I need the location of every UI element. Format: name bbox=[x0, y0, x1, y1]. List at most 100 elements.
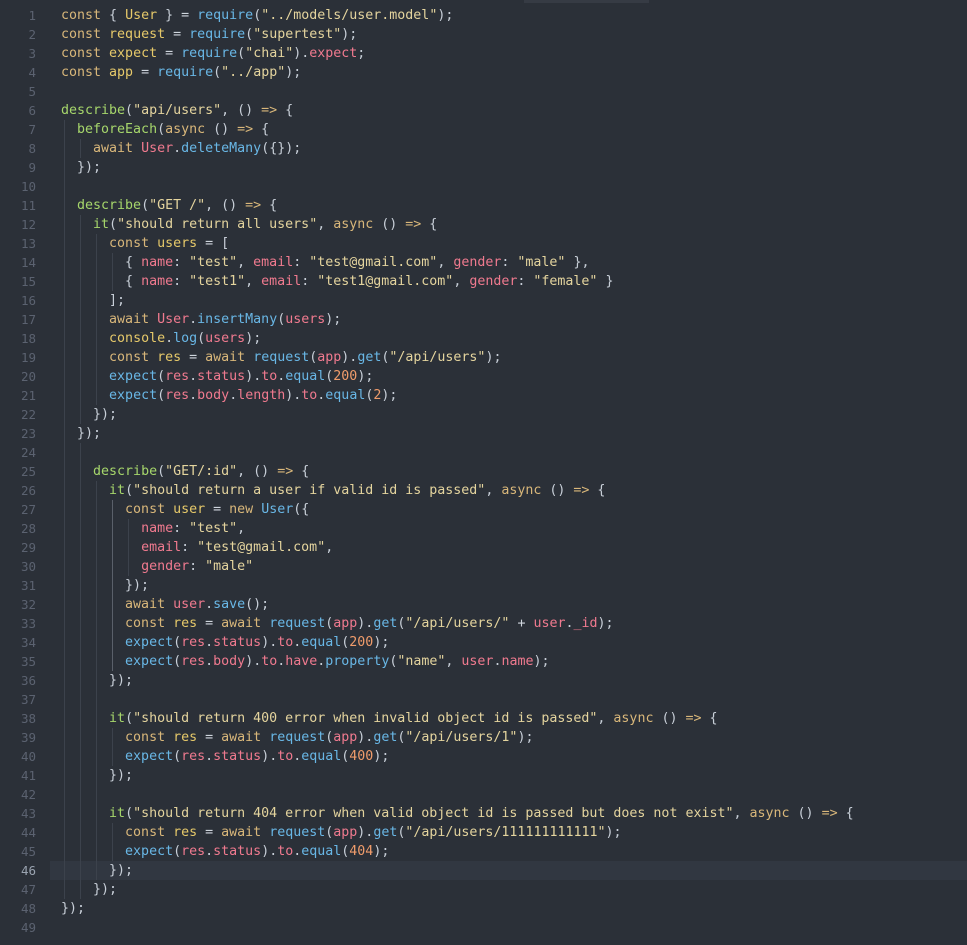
code-token: ({ bbox=[293, 502, 310, 517]
code-token: . bbox=[165, 331, 174, 346]
line-number: 48 bbox=[20, 901, 36, 916]
code-token: { bbox=[261, 198, 278, 213]
code-token: { bbox=[61, 255, 142, 270]
code-token: have bbox=[285, 654, 318, 669]
code-token: ( bbox=[173, 635, 182, 650]
code-token: : bbox=[173, 521, 190, 536]
code-token: expect bbox=[125, 844, 174, 859]
code-token: async bbox=[613, 711, 654, 726]
line-number: 42 bbox=[20, 787, 36, 802]
line-number: 31 bbox=[20, 578, 36, 593]
code-token: : bbox=[517, 274, 534, 289]
code-token: property bbox=[325, 654, 390, 669]
code-token: ( bbox=[245, 27, 254, 42]
code-token: ); bbox=[517, 730, 534, 745]
line-number: 17 bbox=[20, 312, 36, 327]
code-token: beforeEach bbox=[77, 122, 158, 137]
code-token: console bbox=[109, 331, 166, 346]
code-token: ( bbox=[125, 483, 134, 498]
code-token: request bbox=[269, 825, 326, 840]
line-number: 36 bbox=[20, 673, 36, 688]
code-token: ); bbox=[605, 825, 622, 840]
code-token: User bbox=[157, 312, 190, 327]
code-token: User bbox=[261, 502, 294, 517]
code-token: }); bbox=[61, 673, 134, 688]
code-token: equal bbox=[301, 844, 342, 859]
code-token: it bbox=[109, 806, 126, 821]
code-token: save bbox=[213, 597, 246, 612]
code-token: request bbox=[269, 730, 326, 745]
code-token: , bbox=[445, 654, 462, 669]
line-number: 18 bbox=[20, 331, 36, 346]
code-token: "test@gmail.com" bbox=[309, 255, 438, 270]
code-token: : bbox=[181, 540, 198, 555]
code-area[interactable]: const { User } = require("../models/user… bbox=[50, 0, 967, 945]
code-token: res bbox=[181, 635, 206, 650]
code-token: length bbox=[237, 388, 286, 403]
code-token: { bbox=[293, 464, 310, 479]
code-token: await bbox=[221, 616, 270, 631]
code-token: => bbox=[405, 217, 422, 232]
line-number: 39 bbox=[20, 730, 36, 745]
code-token: ( bbox=[197, 331, 206, 346]
code-token: "api/users" bbox=[133, 103, 222, 118]
code-token: it bbox=[93, 217, 110, 232]
code-token: . bbox=[205, 635, 214, 650]
code-token: expect bbox=[109, 388, 158, 403]
code-token: users bbox=[157, 236, 198, 251]
code-token: user bbox=[173, 597, 206, 612]
code-token: ( bbox=[109, 217, 118, 232]
code-token: , bbox=[733, 806, 750, 821]
code-token: }); bbox=[61, 407, 118, 422]
code-token: "test" bbox=[189, 521, 238, 536]
code-token: ( bbox=[157, 388, 166, 403]
code-token: get bbox=[373, 730, 398, 745]
code-token: res bbox=[181, 844, 206, 859]
code-token: , bbox=[325, 540, 334, 555]
code-editor[interactable]: 1 2 3 4 5 6 7 8 9 10 11 12 13 14 15 16 17 18 19 20 21 22 23 24 2… bbox=[0, 0, 967, 945]
code-token: } bbox=[597, 274, 614, 289]
code-token: ); bbox=[373, 749, 390, 764]
code-token: 400 bbox=[349, 749, 374, 764]
code-token: const bbox=[125, 616, 174, 631]
code-token: ]; bbox=[61, 293, 126, 308]
code-token: }, bbox=[565, 255, 590, 270]
code-token: const bbox=[61, 8, 110, 23]
line-number: 27 bbox=[20, 502, 36, 517]
code-token: "test@gmail.com" bbox=[197, 540, 326, 555]
code-token: "../models/user.model" bbox=[261, 8, 438, 23]
code-token: , bbox=[485, 483, 502, 498]
code-token: expect bbox=[125, 635, 174, 650]
code-token: . bbox=[205, 844, 214, 859]
line-number-gutter: 1 2 3 4 5 6 7 8 9 10 11 12 13 14 15 16 17 18 19 20 21 22 23 24 2… bbox=[0, 0, 50, 945]
code-token: { bbox=[589, 483, 606, 498]
line-number: 44 bbox=[20, 825, 36, 840]
code-token: . bbox=[205, 654, 214, 669]
line-number: 16 bbox=[20, 293, 36, 308]
code-token: ( bbox=[173, 654, 182, 669]
code-token: = bbox=[205, 502, 230, 517]
code-token: => bbox=[277, 464, 294, 479]
code-token: { bbox=[701, 711, 718, 726]
code-token: res bbox=[173, 730, 198, 745]
code-token: ( bbox=[213, 65, 222, 80]
code-token: equal bbox=[285, 369, 326, 384]
code-token: = bbox=[165, 27, 190, 42]
code-token: ); bbox=[373, 635, 390, 650]
code-token: = bbox=[181, 8, 198, 23]
line-number: 10 bbox=[20, 179, 36, 194]
code-token: "chai" bbox=[245, 46, 294, 61]
code-token: ); bbox=[381, 388, 398, 403]
code-token: ( bbox=[173, 749, 182, 764]
code-token: , bbox=[317, 217, 334, 232]
code-token: , () bbox=[205, 198, 246, 213]
code-token: () bbox=[373, 217, 406, 232]
code-token: ). bbox=[341, 350, 358, 365]
code-token: ). bbox=[261, 844, 278, 859]
